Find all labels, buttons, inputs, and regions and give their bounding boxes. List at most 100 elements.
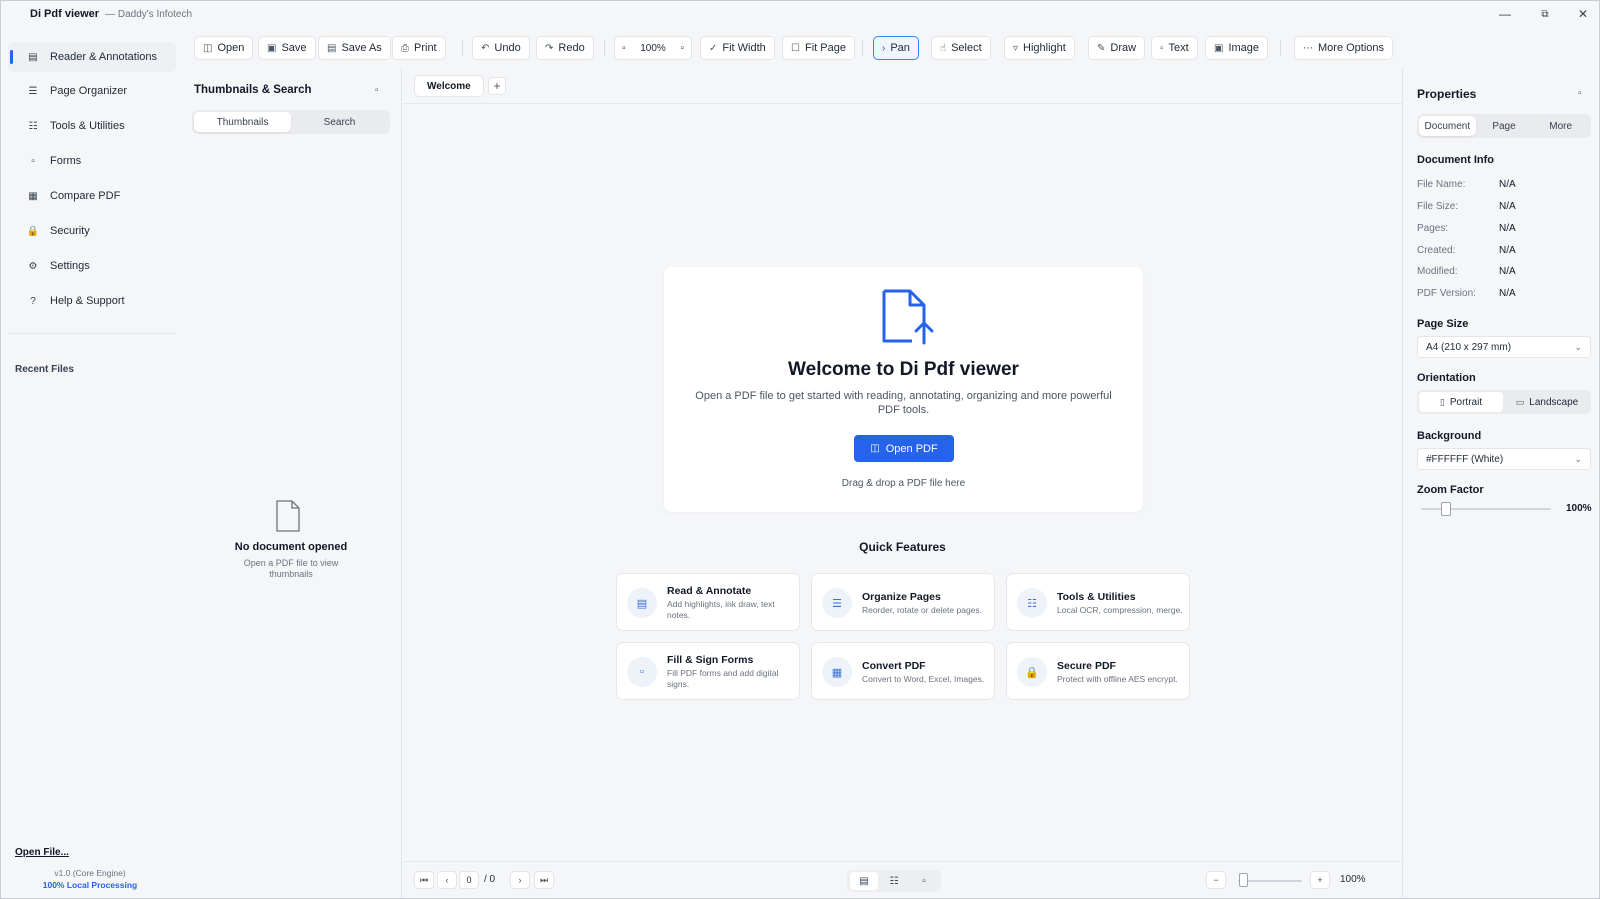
gear-icon: ⚙ [28, 260, 38, 272]
save-button[interactable]: ▣ Save [258, 36, 316, 60]
fit-page-button[interactable]: ☐ Fit Page [782, 36, 855, 60]
sidebar-item-label: Tools & Utilities [50, 120, 125, 132]
more-options-button[interactable]: ⋯ More Options [1294, 36, 1394, 60]
open-file-link[interactable]: Open File... [15, 847, 69, 858]
select-button[interactable]: ☝ Select [931, 36, 991, 60]
text-button[interactable]: ▫ Text [1151, 36, 1198, 60]
zoom-out-icon[interactable]: ▫ [622, 43, 626, 54]
toolbar-divider [862, 40, 863, 56]
save-as-button[interactable]: ▤ Save As [318, 36, 391, 60]
file-size-value: N/A [1499, 201, 1516, 212]
page-number-input[interactable]: 0 [459, 871, 479, 889]
landscape-option[interactable]: ▭ Landscape [1505, 392, 1589, 412]
page-total: / 0 [484, 874, 496, 885]
continuous-view-button[interactable]: ☷ [880, 872, 908, 890]
file-icon: ◫ [203, 42, 213, 54]
convert-icon: ▦ [822, 657, 852, 687]
document-info-heading: Document Info [1417, 154, 1494, 166]
fullscreen-icon: ▫ [922, 875, 926, 887]
zoom-in-button[interactable]: + [1310, 871, 1330, 889]
chevron-right-icon: › [518, 875, 522, 885]
open-pdf-button[interactable]: ◫ Open PDF [854, 435, 954, 462]
draw-button[interactable]: ✎ Draw [1088, 36, 1146, 60]
open-button[interactable]: ◫ Open [194, 36, 254, 60]
pencil-icon: ✎ [1097, 42, 1106, 54]
modified-value: N/A [1499, 266, 1516, 277]
pdf-version-label: PDF Version: [1417, 288, 1476, 299]
add-tab-button[interactable]: + [488, 77, 506, 95]
highlight-button[interactable]: ▿ Highlight [1004, 36, 1075, 60]
feature-card-convert-pdf[interactable]: ▦ Convert PDF Convert to Word, Excel, Im… [811, 642, 995, 700]
feature-card-read-annotate[interactable]: ▤ Read & Annotate Add highlights, ink dr… [616, 573, 800, 631]
form-icon: ▫ [627, 657, 657, 687]
sidebar-item-label: Security [50, 225, 90, 237]
last-page-button[interactable]: ⏭ [534, 871, 554, 889]
sidebar-item-label: Reader & Annotations [50, 51, 158, 63]
tools-icon: ☷ [1017, 588, 1047, 618]
sidebar-item-settings[interactable]: ⚙ Settings [8, 251, 176, 281]
zoom-in-icon[interactable]: ▫ [680, 43, 684, 54]
lock-icon: 🔒 [26, 225, 40, 237]
portrait-option[interactable]: ▯ Portrait [1419, 392, 1503, 412]
sidebar-item-forms[interactable]: ▫ Forms [8, 146, 176, 176]
zoom-slider-thumb[interactable] [1239, 873, 1248, 887]
tab-search[interactable]: Search [291, 112, 388, 132]
page-icon: ☐ [791, 42, 800, 54]
tab-thumbnails[interactable]: Thumbnails [194, 112, 291, 132]
minimize-icon: — [1499, 7, 1511, 21]
page-size-select[interactable]: A4 (210 x 297 mm) ⌄ [1417, 336, 1591, 358]
restore-button[interactable]: ⧉ [1526, 0, 1564, 28]
zoom-level[interactable]: 100% [640, 43, 666, 54]
redo-icon: ↷ [545, 42, 554, 54]
sidebar-item-compare[interactable]: ▦ Compare PDF [8, 181, 176, 211]
next-page-button[interactable]: › [510, 871, 530, 889]
plus-icon: + [493, 79, 501, 93]
pan-button[interactable]: › Pan [873, 36, 919, 60]
image-button[interactable]: ▣ Image [1205, 36, 1269, 60]
book-icon: ▤ [627, 588, 657, 618]
background-select[interactable]: #FFFFFF (White) ⌄ [1417, 448, 1591, 470]
tab-page[interactable]: Page [1476, 116, 1533, 136]
title-bar: Di Pdf viewer — Daddy's Infotech — ⧉ ✕ [0, 0, 1600, 28]
book-icon: ▤ [28, 51, 38, 63]
pin-icon[interactable]: ▫ [1578, 88, 1582, 99]
tab-document[interactable]: Document [1419, 116, 1476, 136]
close-button[interactable]: ✕ [1564, 0, 1600, 28]
sidebar-item-security[interactable]: 🔒 Security [8, 216, 176, 246]
tab-more[interactable]: More [1532, 116, 1589, 136]
sidebar-item-label: Page Organizer [50, 85, 128, 97]
compare-icon: ▦ [28, 190, 38, 202]
sidebar-item-tools[interactable]: ☷ Tools & Utilities [8, 111, 176, 141]
prev-page-button[interactable]: ‹ [437, 871, 457, 889]
minimize-button[interactable]: — [1486, 0, 1524, 28]
toolbar-divider [1280, 40, 1281, 56]
print-button[interactable]: ⎙ Print [392, 36, 446, 60]
properties-tabs: Document Page More [1417, 114, 1591, 138]
sidebar-item-help[interactable]: ? Help & Support [8, 286, 176, 316]
feature-card-tools-utilities[interactable]: ☷ Tools & Utilities Local OCR, compressi… [1006, 573, 1190, 631]
list-icon: ☰ [28, 85, 38, 97]
properties-title: Properties [1417, 87, 1477, 101]
help-icon: ? [30, 295, 36, 307]
quick-features-heading: Quick Features [859, 540, 946, 554]
undo-button[interactable]: ↶ Undo [472, 36, 530, 60]
feature-card-fill-sign[interactable]: ▫ Fill & Sign Forms Fill PDF forms and a… [616, 642, 800, 700]
fullscreen-view-button[interactable]: ▫ [910, 872, 938, 890]
feature-card-secure-pdf[interactable]: 🔒 Secure PDF Protect with offline AES en… [1006, 642, 1190, 700]
check-icon: ✓ [709, 42, 718, 54]
minus-icon: − [1213, 875, 1219, 885]
fit-width-button[interactable]: ✓ Fit Width [700, 36, 775, 60]
tab-welcome[interactable]: Welcome [414, 75, 484, 97]
pin-icon[interactable]: ▫ [375, 85, 379, 96]
first-page-button[interactable]: ⏮ [414, 871, 434, 889]
redo-button[interactable]: ↷ Redo [536, 36, 594, 60]
image-icon: ▣ [1214, 42, 1224, 54]
file-name-label: File Name: [1417, 179, 1466, 190]
sidebar-item-reader[interactable]: ▤ Reader & Annotations [8, 42, 176, 72]
single-page-view-button[interactable]: ▤ [850, 872, 878, 890]
first-page-icon: ⏮ [419, 874, 429, 885]
sidebar-item-page-organizer[interactable]: ☰ Page Organizer [8, 76, 176, 106]
feature-card-organize-pages[interactable]: ☰ Organize Pages Reorder, rotate or dele… [811, 573, 995, 631]
zoom-factor-thumb[interactable] [1441, 502, 1451, 516]
zoom-out-button[interactable]: − [1206, 871, 1226, 889]
